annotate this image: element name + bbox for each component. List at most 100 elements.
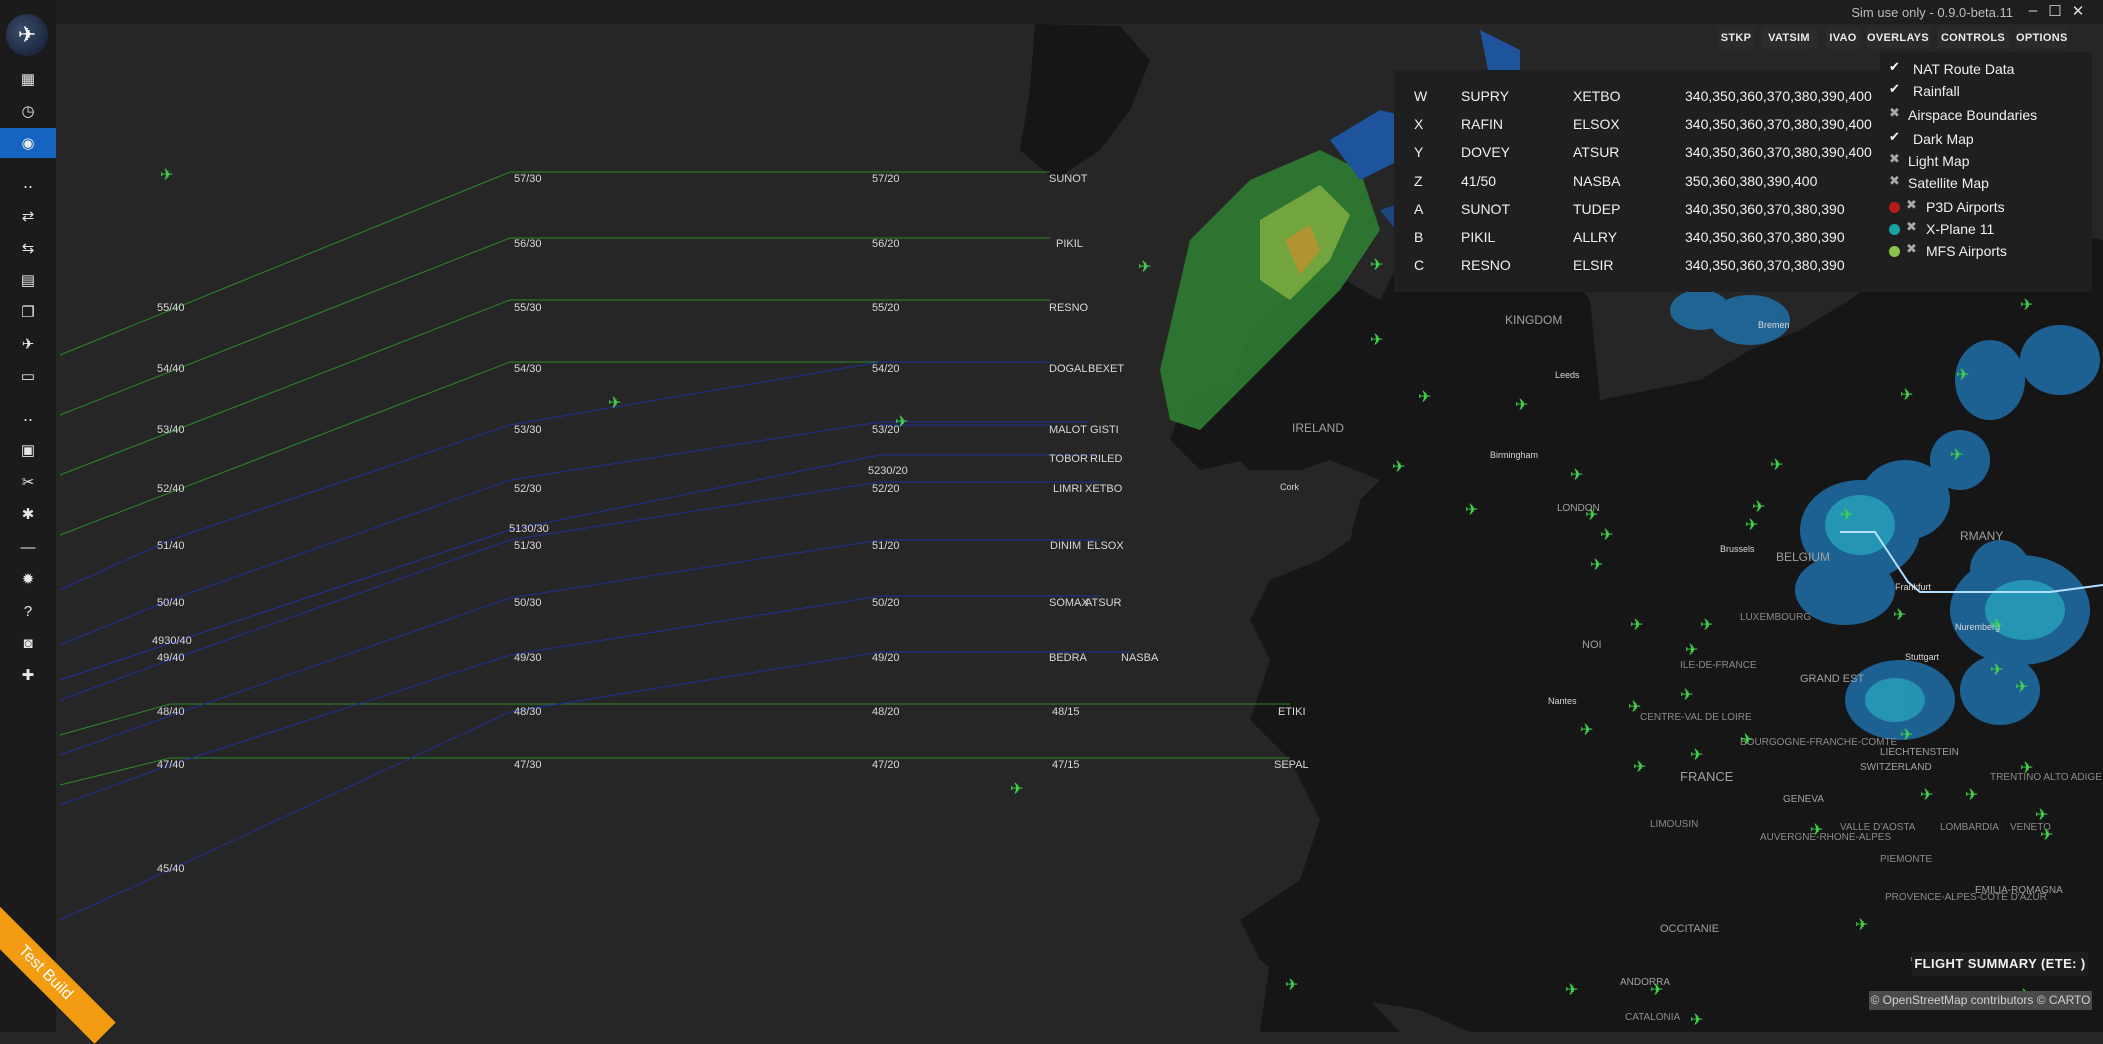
- nat-levels: 340,350,360,370,380,390,400: [1685, 88, 1872, 104]
- overlay-mfs-airports[interactable]: ✖ MFS Airports: [1880, 241, 2092, 263]
- nat-row[interactable]: C RESNO ELSIR 340,350,360,370,380,390: [1394, 251, 1880, 279]
- svg-text:LIECHTENSTEIN: LIECHTENSTEIN: [1880, 747, 1959, 758]
- waypoint-label: 56/30: [514, 238, 542, 250]
- bug-icon[interactable]: ✹: [0, 564, 56, 594]
- nat-exit: ALLRY: [1573, 229, 1618, 245]
- gift-icon[interactable]: ✚: [0, 660, 56, 690]
- waypoint-label: 56/20: [872, 238, 900, 250]
- svg-text:Bremen: Bremen: [1758, 320, 1790, 330]
- svg-text:✈: ✈: [1570, 465, 1583, 484]
- overlay-airspace-boundaries[interactable]: ✖ Airspace Boundaries: [1880, 105, 2092, 127]
- cross-icon: ✖: [1906, 241, 1917, 256]
- cross-icon: ✖: [1889, 151, 1900, 166]
- overlay-label: MFS Airports: [1926, 243, 2007, 259]
- overlay-satellite-map[interactable]: ✖ Satellite Map: [1880, 173, 2092, 195]
- help-icon[interactable]: ?: [0, 596, 56, 626]
- close-button[interactable]: ✕: [2068, 2, 2088, 20]
- nav-stkp-button[interactable]: STKP: [1718, 27, 1754, 49]
- svg-text:LOMBARDIA: LOMBARDIA: [1940, 822, 1999, 833]
- waypoint-label: BEXET: [1088, 363, 1124, 375]
- waypoint-label: 52/20: [872, 483, 900, 495]
- svg-text:✈: ✈: [1900, 385, 1913, 404]
- waypoint-label: 53/40: [157, 424, 185, 436]
- title-bar: Sim use only - 0.9.0-beta.11 – ☐ ✕: [0, 0, 2103, 24]
- minimize-button[interactable]: –: [2023, 2, 2043, 19]
- svg-text:✈: ✈: [1690, 745, 1703, 764]
- waypoint-label: ETIKI: [1278, 706, 1306, 718]
- waypoint-label: SOMAX: [1049, 597, 1089, 609]
- plane-icon[interactable]: ✈: [0, 329, 56, 359]
- nat-row[interactable]: Z 41/50 NASBA 350,360,380,390,400: [1394, 167, 1880, 195]
- overlay-x-plane-11[interactable]: ✖ X-Plane 11: [1880, 219, 2092, 241]
- nat-exit: ELSOX: [1573, 116, 1620, 133]
- svg-text:Nantes: Nantes: [1548, 696, 1577, 706]
- minus-icon[interactable]: —: [0, 532, 56, 562]
- map-attribution[interactable]: © OpenStreetMap contributors © CARTO: [1869, 991, 2092, 1010]
- svg-text:✈: ✈: [1370, 330, 1383, 349]
- dashboard-icon[interactable]: ▦: [0, 64, 56, 94]
- nat-row[interactable]: A SUNOT TUDEP 340,350,360,370,380,390: [1394, 195, 1880, 223]
- waypoint-label: RESNO: [1049, 302, 1089, 314]
- overlay-label: NAT Route Data: [1913, 61, 2015, 77]
- nat-track: A: [1414, 200, 1424, 217]
- route-alt-icon[interactable]: ⇆: [0, 233, 56, 263]
- suitcase-icon[interactable]: ▣: [0, 435, 56, 465]
- route-icon[interactable]: ⇄: [0, 201, 56, 231]
- waypoint-label: 4930/40: [152, 635, 192, 647]
- svg-text:✈: ✈: [160, 165, 173, 184]
- nat-row[interactable]: B PIKIL ALLRY 340,350,360,370,380,390: [1394, 223, 1880, 251]
- svg-text:✈: ✈: [1580, 720, 1593, 739]
- separator2-icon[interactable]: ‥: [0, 401, 56, 431]
- svg-text:✈: ✈: [1465, 500, 1478, 519]
- cross-icon: ✖: [1889, 173, 1900, 188]
- cross-icon: ✖: [1906, 197, 1917, 212]
- waypoint-label: 55/30: [514, 302, 542, 314]
- waypoint-label: 47/30: [514, 759, 542, 771]
- waypoint-label: GISTI: [1090, 424, 1119, 436]
- overlay-p3d-airports[interactable]: ✖ P3D Airports: [1880, 197, 2092, 219]
- overlay-dark-map[interactable]: ✔ Dark Map: [1880, 129, 2092, 151]
- nat-row[interactable]: W SUPRY XETBO 340,350,360,370,380,390,400: [1394, 82, 1880, 110]
- file-icon[interactable]: ▭: [0, 361, 56, 391]
- waypoint-label: 5130/30: [509, 523, 549, 535]
- nat-row[interactable]: Y DOVEY ATSUR 340,350,360,370,380,390,400: [1394, 138, 1880, 166]
- overlay-label: P3D Airports: [1926, 199, 2005, 215]
- flight-summary-button[interactable]: FLIGHT SUMMARY (ETE: ): [1912, 952, 2088, 976]
- settings-icon[interactable]: ✱: [0, 499, 56, 529]
- nav-controls-button[interactable]: CONTROLS: [1937, 27, 2009, 49]
- waypoint-label: 54/40: [157, 363, 185, 375]
- nat-track: Y: [1414, 144, 1424, 161]
- nat-exit: TUDEP: [1573, 200, 1621, 217]
- svg-text:KINGDOM: KINGDOM: [1505, 313, 1562, 327]
- calendar-icon[interactable]: ▤: [0, 265, 56, 295]
- separator-icon[interactable]: ‥: [0, 168, 56, 198]
- waypoint-label: 50/40: [157, 597, 185, 609]
- svg-text:✈: ✈: [2020, 295, 2033, 314]
- globe-icon[interactable]: ◉: [0, 128, 56, 158]
- app-logo-icon[interactable]: ✈: [6, 14, 48, 56]
- nav-overlays-button[interactable]: OVERLAYS: [1866, 27, 1930, 49]
- source-dot-icon: [1889, 224, 1900, 235]
- discord-icon[interactable]: ◙: [0, 628, 56, 658]
- svg-text:✈: ✈: [608, 393, 621, 412]
- nav-ivao-button[interactable]: IVAO: [1826, 27, 1860, 49]
- history-icon[interactable]: ◷: [0, 96, 56, 126]
- maximize-button[interactable]: ☐: [2045, 2, 2065, 20]
- svg-text:✈: ✈: [1418, 387, 1431, 406]
- documents-icon[interactable]: ❐: [0, 297, 56, 327]
- svg-text:✈: ✈: [1685, 640, 1698, 659]
- overlay-rainfall[interactable]: ✔ Rainfall: [1880, 81, 2092, 103]
- overlay-label: Light Map: [1908, 153, 1970, 169]
- svg-text:AUVERGNE-RHONE-ALPES: AUVERGNE-RHONE-ALPES: [1760, 832, 1891, 843]
- source-dot-icon: [1889, 202, 1900, 213]
- nav-vatsim-button[interactable]: VATSIM: [1761, 27, 1817, 49]
- svg-text:Leeds: Leeds: [1555, 370, 1580, 380]
- nav-options-button[interactable]: OPTIONS: [2016, 27, 2067, 49]
- overlay-light-map[interactable]: ✖ Light Map: [1880, 151, 2092, 173]
- waypoint-label: XETBO: [1085, 483, 1123, 495]
- waypoint-label: 49/20: [872, 652, 900, 664]
- overlay-nat-route-data[interactable]: ✔ NAT Route Data: [1880, 59, 2092, 81]
- svg-text:✈: ✈: [1740, 730, 1753, 749]
- tools-icon[interactable]: ✂: [0, 467, 56, 497]
- nat-row[interactable]: X RAFIN ELSOX 340,350,360,370,380,390,400: [1394, 110, 1880, 138]
